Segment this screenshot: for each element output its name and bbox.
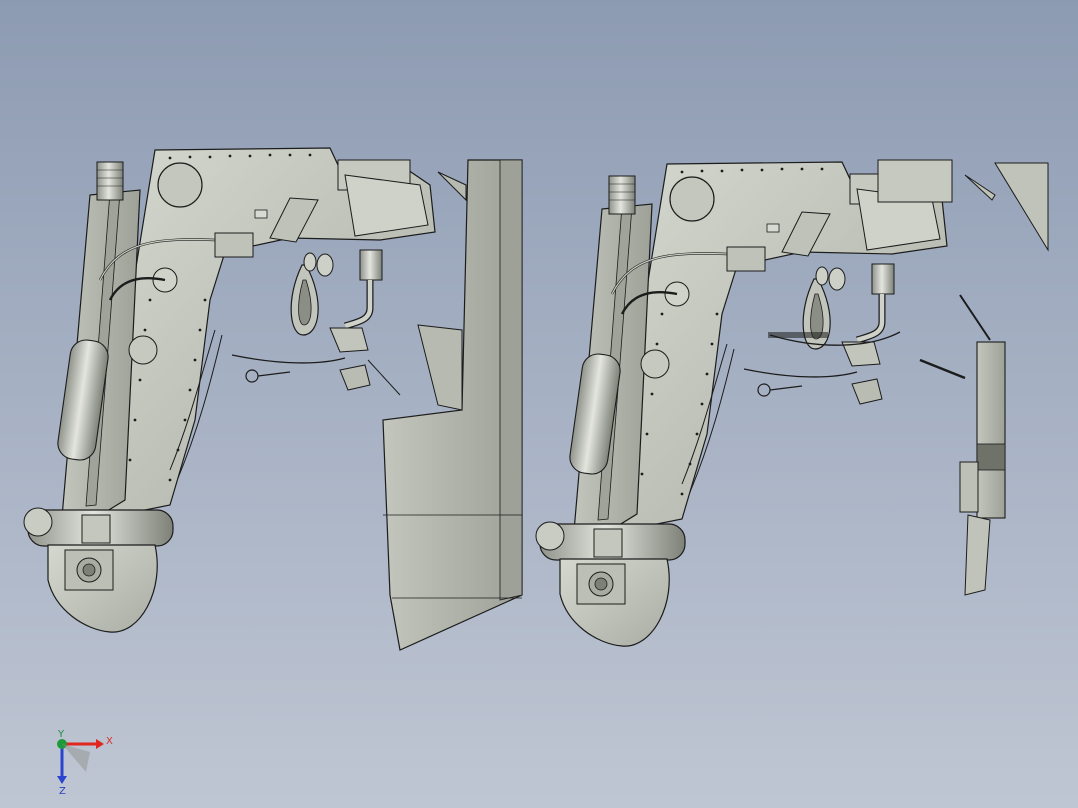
seat-assembly-left[interactable] [24,148,523,651]
seat-assembly-right[interactable] [536,160,1049,646]
y-axis-label: Y [57,729,65,740]
axis-triad: X Y Z [57,729,113,797]
cad-viewport[interactable]: X Y Z [0,0,1078,808]
z-axis-label: Z [59,786,66,797]
model-scene[interactable] [0,0,1078,808]
x-axis-label: X [106,736,113,747]
